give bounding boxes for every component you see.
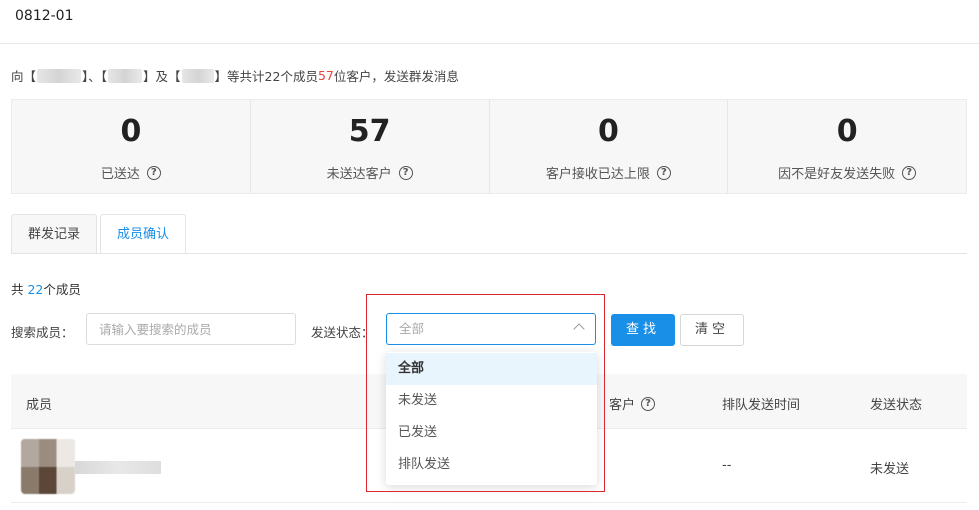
stat-value: 0 xyxy=(597,114,619,149)
stat-label: 客户接收已达上限 xyxy=(545,167,650,182)
redacted-name xyxy=(108,68,143,83)
help-icon[interactable]: ? xyxy=(656,165,671,180)
stat-label: 因不是好友发送失败 xyxy=(778,167,896,182)
tab-member-confirm[interactable]: 成员确认 xyxy=(100,214,187,254)
page-title: 0812-01 xyxy=(15,8,74,24)
stat-label: 未送达客户 xyxy=(326,167,392,182)
stat-value: 57 xyxy=(348,114,391,149)
stat-limit-reached: 0 客户接收已达上限? xyxy=(490,100,729,193)
dropdown-option-all[interactable]: 全部 xyxy=(386,353,597,385)
search-member-input[interactable] xyxy=(86,313,296,345)
stats-panel: 0 已送达? 57 未送达客户? 0 客户接收已达上限? 0 因不是好友发送失败… xyxy=(11,99,967,194)
column-customer: 客户? xyxy=(609,394,656,413)
redacted-name xyxy=(181,68,214,83)
column-queue-time: 排队发送时间 xyxy=(722,398,801,413)
cell-send-status: 未发送 xyxy=(870,462,910,477)
stat-undelivered: 57 未送达客户? xyxy=(251,100,490,193)
send-description: 向【 】、【 】及【 】等共计22个成员 57 位客户，发送群发消息 xyxy=(11,68,459,84)
tab-divider xyxy=(11,253,967,254)
top-bar: 0812-01 xyxy=(0,0,979,44)
search-button[interactable]: 查找 xyxy=(611,314,675,346)
select-value: 全部 xyxy=(399,321,425,336)
help-icon[interactable]: ? xyxy=(641,396,656,411)
tab-send-records[interactable]: 群发记录 xyxy=(11,214,98,254)
stat-value: 0 xyxy=(120,114,142,149)
redacted-member-name xyxy=(75,461,161,474)
chevron-up-icon xyxy=(573,323,585,335)
clear-button[interactable]: 清空 xyxy=(680,314,744,346)
avatar xyxy=(21,439,75,494)
customer-count: 57 xyxy=(317,68,334,83)
stat-not-friend-failed: 0 因不是好友发送失败? xyxy=(728,100,966,193)
stat-label: 已送达 xyxy=(100,167,140,182)
cell-queue-time: -- xyxy=(722,458,732,473)
send-status-select[interactable]: 全部 xyxy=(386,313,596,345)
redacted-name xyxy=(37,68,82,83)
status-dropdown-menu: 全部 未发送 已发送 排队发送 xyxy=(386,352,597,485)
help-icon[interactable]: ? xyxy=(146,165,161,180)
send-status-label: 发送状态： xyxy=(311,325,374,340)
help-icon[interactable]: ? xyxy=(398,165,413,180)
search-member-label: 搜索成员： xyxy=(11,325,74,340)
stat-value: 0 xyxy=(836,114,858,149)
column-member: 成员 xyxy=(26,398,53,413)
dropdown-option-queued[interactable]: 排队发送 xyxy=(386,449,597,481)
tab-bar: 群发记录 成员确认 xyxy=(11,214,189,254)
dropdown-option-sent[interactable]: 已发送 xyxy=(386,417,597,449)
column-send-status: 发送状态 xyxy=(870,398,923,413)
member-count: 共 22个成员 xyxy=(11,282,81,297)
dropdown-option-unsent[interactable]: 未发送 xyxy=(386,385,597,417)
stat-delivered: 0 已送达? xyxy=(12,100,251,193)
help-icon[interactable]: ? xyxy=(902,165,917,180)
